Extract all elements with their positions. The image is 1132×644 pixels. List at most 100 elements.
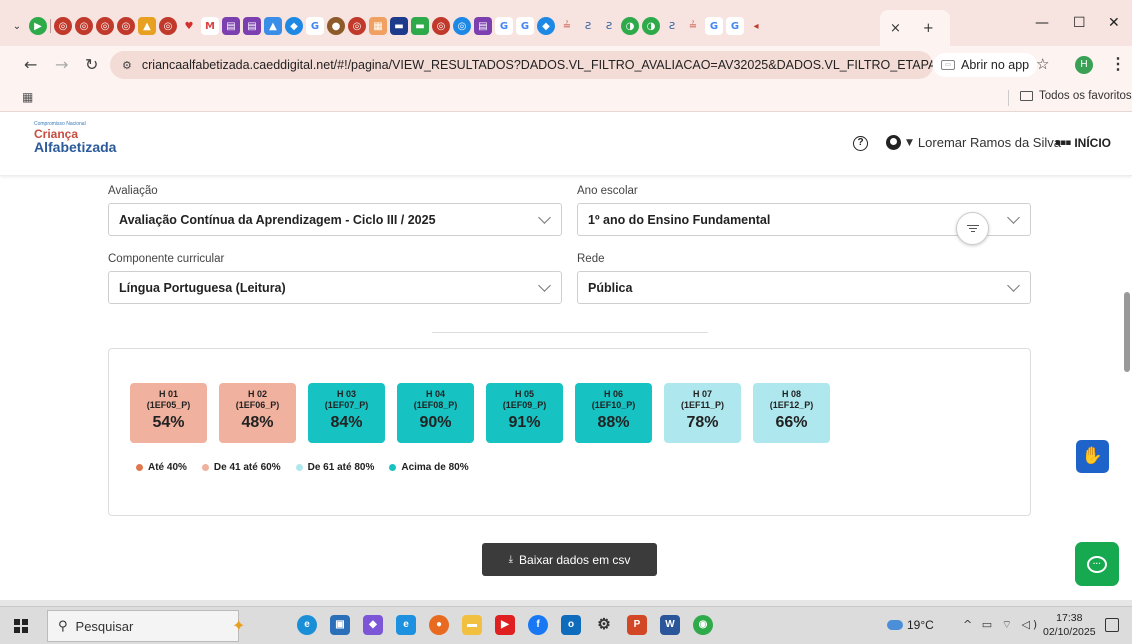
- chrome-icon[interactable]: ◉: [693, 615, 713, 635]
- home-link[interactable]: ▪▪▪ INÍCIO: [1055, 136, 1111, 150]
- tab-favicon[interactable]: ◑: [621, 17, 639, 35]
- user-menu[interactable]: ▼ Loremar Ramos da Silva: [886, 135, 1061, 150]
- tab-favicon[interactable]: ▤: [243, 17, 261, 35]
- skill-card[interactable]: H 02 (1EF06_P) 48%: [219, 383, 296, 443]
- bookmark-star-icon[interactable]: ☆: [1036, 55, 1049, 73]
- sign-language-button[interactable]: ✋: [1076, 440, 1109, 473]
- legend-dot-icon: [136, 464, 143, 471]
- skill-card[interactable]: H 03 (1EF07_P) 84%: [308, 383, 385, 443]
- windows-taskbar: ⚲ Pesquisar ✦ e ▣ ◆ e ● ▬ ▶ f o ⚙ P W ◉ …: [0, 606, 1132, 644]
- tab-favicon[interactable]: ▶: [29, 17, 47, 35]
- rede-select[interactable]: Pública: [577, 271, 1031, 304]
- tab-favicon[interactable]: ◑: [642, 17, 660, 35]
- close-tab-icon[interactable]: ×: [890, 21, 901, 36]
- settings-gear-icon[interactable]: ⚙: [594, 615, 614, 635]
- tab-favicon[interactable]: ≟: [684, 17, 702, 35]
- skill-card[interactable]: H 08 (1EF12_P) 66%: [753, 383, 830, 443]
- internet-explorer-icon[interactable]: e: [396, 615, 416, 635]
- new-tab-icon[interactable]: +: [923, 21, 934, 36]
- file-explorer-icon[interactable]: ▬: [462, 615, 482, 635]
- componente-select[interactable]: Língua Portuguesa (Leitura): [108, 271, 562, 304]
- skill-card[interactable]: H 01 (1EF05_P) 54%: [130, 383, 207, 443]
- legend-dot-icon: [295, 464, 303, 471]
- close-window-icon[interactable]: ✕: [1108, 15, 1120, 31]
- tab-favicon[interactable]: ◆: [285, 17, 303, 35]
- tab-favicon[interactable]: G: [495, 17, 513, 35]
- help-icon[interactable]: ?: [853, 136, 868, 151]
- home-label: INÍCIO: [1074, 136, 1111, 150]
- terminal-icon[interactable]: ▣: [330, 615, 350, 635]
- tab-favicon[interactable]: G: [306, 17, 324, 35]
- tab-favicon[interactable]: ◎: [453, 17, 471, 35]
- system-tray-icons[interactable]: ^ ▭ ⌔ ◁): [963, 618, 1040, 632]
- tab-search-icon[interactable]: ⌄: [8, 17, 26, 35]
- tab-favicon[interactable]: G: [516, 17, 534, 35]
- tab-favicon[interactable]: ▤: [474, 17, 492, 35]
- chat-button[interactable]: ···: [1075, 542, 1119, 586]
- site-logo[interactable]: Compromisso Nacional Criança Alfabetizad…: [34, 122, 116, 155]
- tab-favicon[interactable]: ◆: [537, 17, 555, 35]
- outlook-icon[interactable]: o: [561, 615, 581, 635]
- tab-favicon[interactable]: G: [705, 17, 723, 35]
- skill-card[interactable]: H 07 (1EF11_P) 78%: [664, 383, 741, 443]
- tab-favicon[interactable]: ◎: [96, 17, 114, 35]
- tab-favicon[interactable]: ▲: [138, 17, 156, 35]
- skill-card[interactable]: H 05 (1EF09_P) 91%: [486, 383, 563, 443]
- youtube-icon[interactable]: ▶: [495, 615, 515, 635]
- skill-card[interactable]: H 06 (1EF10_P) 88%: [575, 383, 652, 443]
- tab-favicon[interactable]: ◎: [348, 17, 366, 35]
- notifications-icon[interactable]: [1105, 618, 1119, 632]
- edge-icon[interactable]: e: [297, 615, 317, 635]
- tab-favicon[interactable]: ◂: [747, 17, 765, 35]
- tab-favicon[interactable]: ◎: [75, 17, 93, 35]
- tab-favicon[interactable]: M: [201, 17, 219, 35]
- tab-favicon[interactable]: Ƨ: [663, 17, 681, 35]
- apps-grid-icon[interactable]: ▦: [22, 90, 33, 104]
- tab-favicon[interactable]: ▦: [369, 17, 387, 35]
- word-icon[interactable]: W: [660, 615, 680, 635]
- tab-favicon[interactable]: ▲: [264, 17, 282, 35]
- powerpoint-icon[interactable]: P: [627, 615, 647, 635]
- back-arrow-icon[interactable]: ←: [24, 55, 37, 74]
- filter-toggle-button[interactable]: [956, 212, 989, 245]
- tab-favicon[interactable]: ▬: [411, 17, 429, 35]
- active-tab[interactable]: × +: [880, 10, 950, 46]
- tab-favicon[interactable]: Ƨ: [579, 17, 597, 35]
- maximize-window-icon[interactable]: ☐: [1073, 15, 1086, 31]
- taskbar-search-box[interactable]: ⚲ Pesquisar: [47, 610, 239, 642]
- minimize-window-icon[interactable]: —: [1035, 15, 1049, 31]
- page-content: Compromisso Nacional Criança Alfabetizad…: [0, 112, 1132, 606]
- tab-favicon[interactable]: G: [726, 17, 744, 35]
- skill-card[interactable]: H 04 (1EF08_P) 90%: [397, 383, 474, 443]
- url-field[interactable]: ⚙ criancaalfabetizada.caeddigital.net/#!…: [110, 51, 933, 79]
- download-csv-button[interactable]: ⤓ Baixar dados em csv: [482, 543, 657, 576]
- all-favorites-folder[interactable]: Todos os favoritos: [1020, 90, 1132, 102]
- tab-favicon[interactable]: Ƨ: [600, 17, 618, 35]
- legend-item: De 61 até 80%: [295, 462, 374, 473]
- tab-favicon[interactable]: ▤: [222, 17, 240, 35]
- page-scrollbar[interactable]: [1124, 292, 1130, 372]
- taskbar-clock[interactable]: 17:38 02/10/2025: [1043, 611, 1096, 639]
- weather-widget[interactable]: 19°C: [887, 618, 934, 632]
- tab-favicon[interactable]: ◎: [159, 17, 177, 35]
- facebook-icon[interactable]: f: [528, 615, 548, 635]
- tab-favicon[interactable]: ▬: [390, 17, 408, 35]
- profile-avatar[interactable]: H: [1075, 56, 1093, 74]
- site-settings-icon[interactable]: ⚙: [122, 59, 132, 72]
- tab-favicon[interactable]: ●: [327, 17, 345, 35]
- grid-menu-icon: ▪▪▪: [1055, 138, 1071, 148]
- copilot-sparkle-icon[interactable]: ✦: [232, 616, 245, 635]
- copilot-app-icon[interactable]: ◆: [363, 615, 383, 635]
- browser-menu-icon[interactable]: ⋮: [1110, 54, 1126, 74]
- reload-icon[interactable]: ↻: [85, 55, 98, 74]
- avaliacao-select[interactable]: Avaliação Contínua da Aprendizagem - Cic…: [108, 203, 562, 236]
- tab-favicon[interactable]: ◎: [54, 17, 72, 35]
- tab-favicon[interactable]: ♥: [180, 17, 198, 35]
- tab-favicon[interactable]: ◎: [117, 17, 135, 35]
- forward-arrow-icon[interactable]: →: [55, 55, 68, 74]
- tab-favicon[interactable]: ≟: [558, 17, 576, 35]
- tab-favicon[interactable]: ◎: [432, 17, 450, 35]
- windows-start-icon[interactable]: [14, 619, 28, 633]
- open-in-app-button[interactable]: ▭ Abrir no app: [933, 53, 1038, 77]
- firefox-icon[interactable]: ●: [429, 615, 449, 635]
